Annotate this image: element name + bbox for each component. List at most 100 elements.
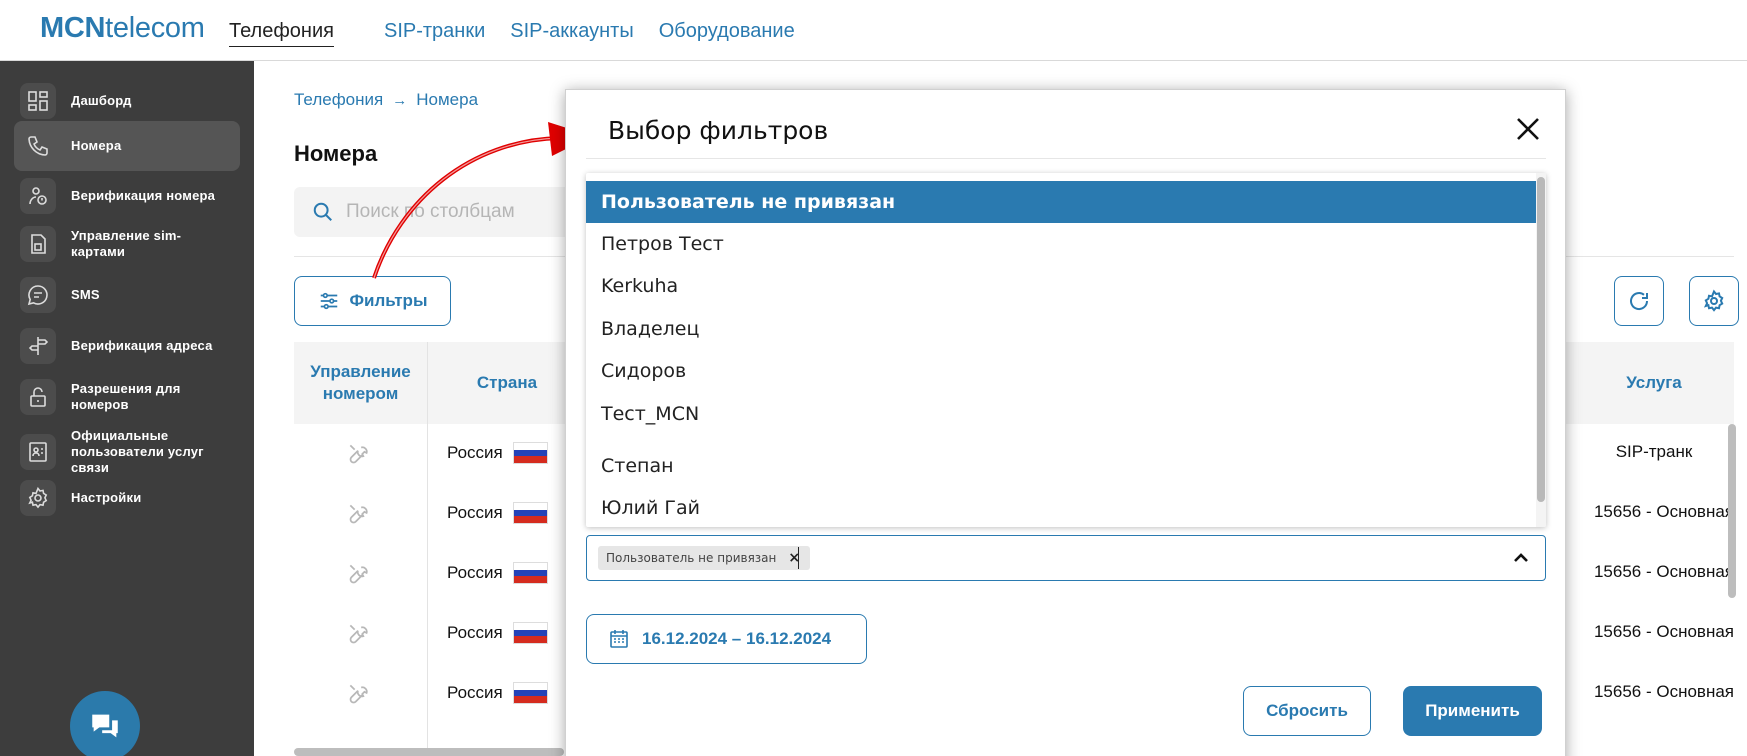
sliders-icon <box>320 292 337 310</box>
dropdown-option[interactable]: Пользователь не привязан <box>586 181 1536 223</box>
country-cell: Россия <box>447 622 548 644</box>
dropdown-option[interactable]: Юлий Гай <box>586 487 1536 527</box>
russia-flag-icon <box>512 442 548 464</box>
sidebar-item-label: Верификация номера <box>71 188 216 203</box>
modal-divider <box>586 158 1546 159</box>
russia-flag-icon <box>512 622 548 644</box>
header-management[interactable]: Управление номером <box>294 342 427 424</box>
text-caret <box>798 547 799 569</box>
russia-flag-icon <box>512 502 548 524</box>
filters-label: Фильтры <box>349 291 428 310</box>
topnav-sip-trunks[interactable]: SIP-транки <box>384 20 485 47</box>
lock-icon <box>20 379 56 415</box>
date-range-button[interactable]: 16.12.2024 – 16.12.2024 <box>586 614 867 664</box>
annotation-arrow-icon <box>372 122 592 279</box>
refresh-button[interactable] <box>1614 276 1664 326</box>
modal-title: Выбор фильтров <box>608 116 829 145</box>
table-settings-button[interactable] <box>1689 276 1739 326</box>
sidebar-item-address-verification[interactable]: Верификация адреса <box>14 326 240 366</box>
date-range-label: 16.12.2024 – 16.12.2024 <box>642 629 832 648</box>
topnav-sip-accounts[interactable]: SIP-аккаунты <box>510 20 633 47</box>
sidebar-item-label: Верификация адреса <box>71 338 213 353</box>
top-bar: MCNtelecom Телефония SIP-транки SIP-акка… <box>0 0 1747 61</box>
arrow-right-icon: → <box>392 91 408 109</box>
dropdown-option[interactable]: Сидоров <box>586 350 1536 392</box>
header-service[interactable]: Услуга <box>1574 342 1734 424</box>
sidebar-item-label: Настройки <box>71 490 142 505</box>
apply-button[interactable]: Применить <box>1403 686 1542 736</box>
russia-flag-icon <box>512 562 548 584</box>
dropdown-option[interactable]: Владелец <box>586 308 1536 350</box>
top-nav: Телефония SIP-транки SIP-аккаунты Оборуд… <box>229 20 820 47</box>
id-card-icon <box>20 434 56 470</box>
breadcrumb-numbers[interactable]: Номера <box>416 90 478 110</box>
sidebar: Дашборд Номера Верификация номера Управл… <box>0 61 254 756</box>
dropdown-option[interactable]: Степан <box>586 445 1536 487</box>
selected-chip: Пользователь не привязан × <box>598 546 811 570</box>
sidebar-item-dashboard[interactable]: Дашборд <box>14 81 240 121</box>
sidebar-item-label: Официальные пользователи услуг связи <box>71 428 204 475</box>
service-cell: SIP-транк <box>1615 442 1693 461</box>
topnav-telephony[interactable]: Телефония <box>229 20 334 47</box>
dropdown-option[interactable]: Kerkuha <box>586 265 1536 307</box>
sms-icon <box>20 277 56 313</box>
search-icon <box>313 202 332 221</box>
service-cell: 15656 - Основная <box>1593 622 1734 641</box>
verify-number-icon <box>20 178 56 214</box>
russia-flag-icon <box>512 682 548 704</box>
sidebar-item-label: Разрешения для номеров <box>71 381 181 412</box>
phone-icon <box>20 128 56 164</box>
chat-icon <box>92 714 118 738</box>
user-select-input[interactable]: Пользователь не привязан × <box>586 535 1546 581</box>
service-cell: 15656 - Основная <box>1593 502 1734 521</box>
wrench-icon[interactable] <box>346 441 372 467</box>
chevron-up-icon[interactable] <box>1511 548 1531 568</box>
sidebar-item-sms[interactable]: SMS <box>14 275 240 315</box>
sidebar-item-official-users[interactable]: Официальные пользователи услуг связи <box>14 426 240 478</box>
reset-button[interactable]: Сбросить <box>1243 686 1371 736</box>
dropdown-scrollbar[interactable] <box>1536 173 1546 527</box>
dropdown-option[interactable]: Тест_MCN <box>586 393 1536 435</box>
sidebar-item-number-verification[interactable]: Верификация номера <box>14 176 240 216</box>
sidebar-item-settings[interactable]: Настройки <box>14 478 240 518</box>
sidebar-item-number-permissions[interactable]: Разрешения для номеров <box>14 377 240 417</box>
vertical-scrollbar[interactable] <box>1728 424 1736 598</box>
sidebar-item-numbers[interactable]: Номера <box>14 121 240 171</box>
sidebar-item-label: Дашборд <box>71 93 132 108</box>
wrench-icon[interactable] <box>346 501 372 527</box>
gear-icon <box>20 480 56 516</box>
service-cell: 15656 - Основная <box>1593 562 1734 581</box>
country-cell: Россия <box>447 682 548 704</box>
topnav-equipment[interactable]: Оборудование <box>659 20 795 47</box>
sidebar-item-label: SMS <box>71 287 100 302</box>
signpost-icon <box>20 328 56 364</box>
wrench-icon[interactable] <box>346 561 372 587</box>
refresh-icon <box>1630 292 1649 310</box>
wrench-icon[interactable] <box>346 681 372 707</box>
sim-card-icon <box>20 226 56 262</box>
filters-modal: Выбор фильтров Пользователь не привязан … <box>565 89 1566 756</box>
sidebar-item-label: Номера <box>71 138 122 153</box>
scrollbar-thumb[interactable] <box>1537 177 1545 502</box>
horizontal-scrollbar[interactable] <box>294 748 564 756</box>
country-cell: Россия <box>447 502 548 524</box>
breadcrumb-telephony[interactable]: Телефония <box>294 90 383 110</box>
gear-icon <box>1703 289 1724 312</box>
country-cell: Россия <box>447 442 548 464</box>
breadcrumb: Телефония → Номера <box>294 90 478 110</box>
calendar-icon <box>610 630 628 648</box>
logo[interactable]: MCNtelecom <box>40 12 205 45</box>
dashboard-icon <box>20 83 56 119</box>
chip-label: Пользователь не привязан <box>606 551 777 565</box>
user-dropdown-list: Пользователь не привязан Петров Тест Ker… <box>586 173 1546 527</box>
close-button[interactable] <box>1513 114 1543 144</box>
country-cell: Россия <box>447 562 548 584</box>
dropdown-option[interactable]: Петров Тест <box>586 223 1536 265</box>
service-cell: 15656 - Основная <box>1593 682 1734 701</box>
header-country[interactable]: Страна <box>427 342 587 424</box>
sidebar-item-sim-management[interactable]: Управление sim-картами <box>14 224 240 264</box>
chat-button[interactable] <box>70 691 140 756</box>
sidebar-item-label: Управление sim-картами <box>71 228 182 259</box>
wrench-icon[interactable] <box>346 621 372 647</box>
close-icon <box>1517 118 1539 140</box>
